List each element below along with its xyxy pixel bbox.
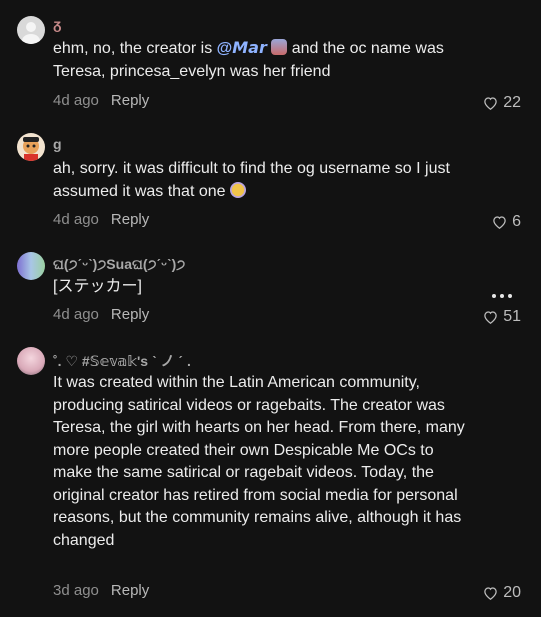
comment-meta: 4d ago Reply: [53, 306, 149, 323]
cartoon-avatar-icon[interactable]: [17, 133, 45, 161]
person-emoji-icon: [271, 39, 288, 55]
comment-meta: 4d ago Reply: [53, 211, 149, 228]
gradient-avatar-icon[interactable]: [17, 252, 45, 280]
comment-text: It was created within the Latin American…: [53, 374, 465, 549]
comment-author[interactable]: ଘ(੭ˊᵕˋ)੭Suaଘ(੭ˊᵕˋ)੭: [53, 256, 185, 273]
like-button[interactable]: 6: [492, 213, 521, 231]
like-button[interactable]: 22: [483, 94, 521, 112]
comment-text: ehm, no, the creator is @𝙈𝙖𝙧 and the oc …: [53, 39, 444, 80]
user-mention-link[interactable]: @𝙈𝙖𝙧: [217, 40, 267, 57]
like-button[interactable]: 51: [483, 308, 521, 326]
comment-meta: 3d ago Reply: [53, 582, 149, 599]
comment-text: ah, sorry. it was difficult to find the …: [53, 160, 450, 200]
default-avatar-icon[interactable]: [17, 16, 45, 44]
like-count: 20: [503, 584, 521, 601]
like-count: 6: [512, 213, 521, 230]
reply-button[interactable]: Reply: [111, 211, 149, 228]
comment-timestamp: 4d ago: [53, 211, 99, 228]
heart-icon: [484, 587, 497, 600]
like-count: 51: [503, 308, 521, 325]
more-options-icon[interactable]: [492, 294, 512, 298]
comment-author[interactable]: g: [53, 136, 62, 152]
comment-timestamp: 4d ago: [53, 92, 99, 109]
photo-avatar-icon[interactable]: [17, 347, 45, 375]
comment-meta: 4d ago Reply: [53, 92, 149, 109]
comment-author[interactable]: ˚. ♡ #𝕊𝕖𝕧𝕒𝕜's ˋ ノ ˊ .: [53, 351, 191, 371]
comment-timestamp: 4d ago: [53, 306, 99, 323]
comment-timestamp: 3d ago: [53, 582, 99, 599]
heart-icon: [484, 97, 497, 110]
like-count: 22: [503, 94, 521, 111]
reply-button[interactable]: Reply: [111, 582, 149, 599]
like-button[interactable]: 20: [483, 584, 521, 602]
reply-button[interactable]: Reply: [111, 306, 149, 323]
comment-author[interactable]: ᵹ: [53, 16, 62, 32]
reply-button[interactable]: Reply: [111, 92, 149, 109]
heart-icon: [493, 216, 506, 229]
screaming-face-emoji-icon: [229, 181, 246, 198]
comment-text: [ステッカー]: [53, 278, 142, 295]
heart-icon: [484, 311, 497, 324]
